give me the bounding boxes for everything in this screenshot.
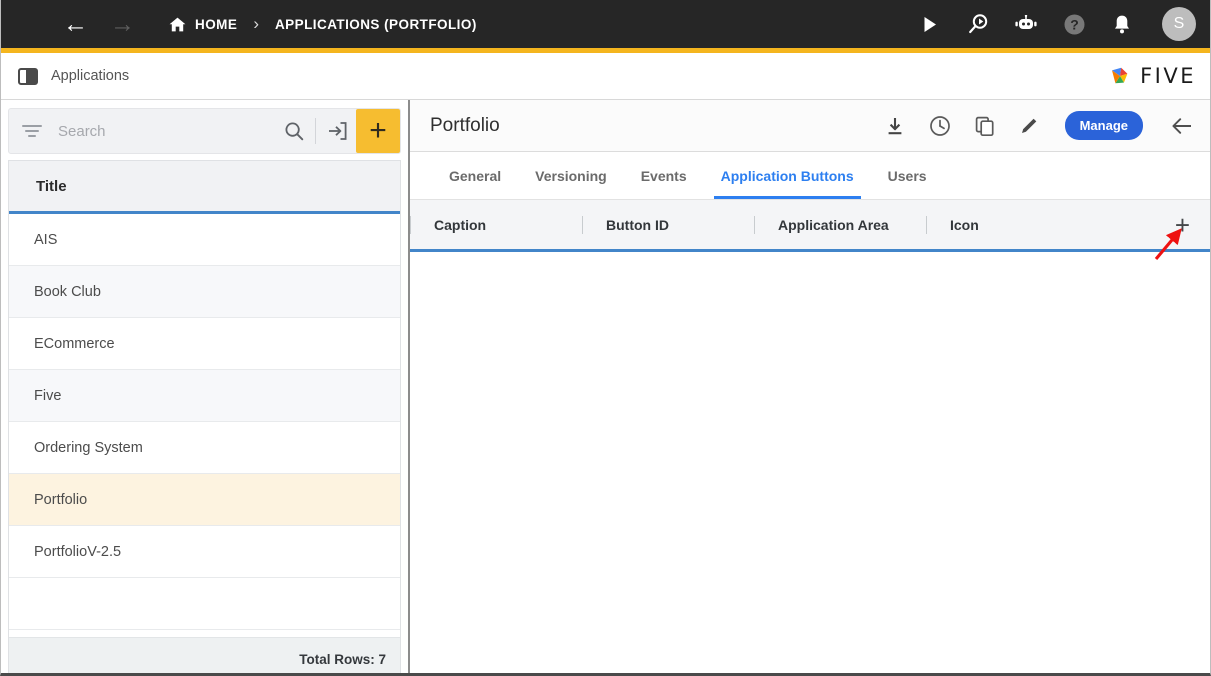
breadcrumb-separator: › (253, 14, 259, 34)
manage-button[interactable]: Manage (1065, 111, 1143, 140)
breadcrumb-item-home[interactable]: HOME (195, 17, 237, 32)
nav-forward-icon[interactable]: → (110, 12, 135, 37)
column-header-label: Button ID (606, 217, 669, 233)
brand-name: FIVE (1140, 64, 1196, 88)
applications-sidebar: Title AISBook ClubECommerceFiveOrdering … (1, 100, 410, 676)
module-bar: Applications FIVE (1, 53, 1210, 100)
application-window: ← → HOME › APPLICATIONS (PORTFOLIO) (0, 0, 1211, 676)
search-icon[interactable] (279, 121, 309, 141)
import-icon[interactable] (322, 121, 352, 141)
column-header-caption[interactable]: Caption (410, 200, 582, 249)
download-icon[interactable] (883, 114, 907, 138)
search-input[interactable] (56, 122, 279, 141)
add-application-button[interactable] (356, 109, 400, 153)
detail-tabs: GeneralVersioningEventsApplication Butto… (410, 152, 1210, 200)
search-bar (8, 108, 401, 154)
filter-icon[interactable] (22, 122, 44, 140)
column-header-icon[interactable]: Icon (926, 200, 1098, 249)
nav-back-icon[interactable]: ← (63, 12, 88, 37)
application-row[interactable]: PortfolioV-2.5 (9, 526, 400, 578)
plus-icon: + (1175, 212, 1190, 238)
application-row[interactable]: Ordering System (9, 422, 400, 474)
tab-users[interactable]: Users (871, 152, 944, 199)
application-row[interactable]: Portfolio (9, 474, 400, 526)
five-pinwheel-icon (1107, 63, 1133, 89)
panel-back-icon[interactable] (1170, 114, 1194, 138)
user-avatar[interactable]: S (1162, 7, 1196, 41)
notifications-bell-icon[interactable] (1110, 12, 1134, 36)
toolbar-divider (315, 118, 316, 144)
application-row[interactable]: ECommerce (9, 318, 400, 370)
breadcrumb-item-applications[interactable]: APPLICATIONS (PORTFOLIO) (275, 17, 477, 32)
chatbot-icon[interactable] (1014, 12, 1038, 36)
application-row[interactable]: AIS (9, 214, 400, 266)
grid-empty-row (9, 578, 400, 630)
column-header-application-area[interactable]: Application Area (754, 200, 926, 249)
brand-logo: FIVE (1107, 63, 1196, 89)
history-clock-icon[interactable] (928, 114, 952, 138)
tab-events[interactable]: Events (624, 152, 704, 199)
application-buttons-table-header: Caption Button ID Application Area Icon + (410, 200, 1210, 252)
module-title: Applications (51, 68, 129, 84)
column-divider (582, 216, 583, 234)
page-body: Title AISBook ClubECommerceFiveOrdering … (1, 100, 1210, 676)
column-divider (754, 216, 755, 234)
grid-footer-total-rows: Total Rows: 7 (9, 637, 400, 676)
tab-general[interactable]: General (432, 152, 518, 199)
edit-pencil-icon[interactable] (1018, 114, 1042, 138)
column-header-label: Caption (434, 217, 486, 233)
help-icon[interactable]: ? (1062, 12, 1086, 36)
column-divider (410, 216, 411, 234)
detail-panel: Portfolio (410, 100, 1210, 676)
detail-panel-actions: Manage (883, 111, 1194, 140)
column-header-label: Icon (950, 217, 979, 233)
detail-panel-header: Portfolio (410, 100, 1210, 152)
breadcrumb: HOME › APPLICATIONS (PORTFOLIO) (169, 14, 477, 34)
search-debug-icon[interactable] (966, 12, 990, 36)
grid-rows: AISBook ClubECommerceFiveOrdering System… (9, 214, 400, 637)
top-bar-actions: ? S (918, 7, 1196, 41)
copy-icon[interactable] (973, 114, 997, 138)
run-icon[interactable] (918, 12, 942, 36)
column-divider (926, 216, 927, 234)
application-buttons-table-body (410, 252, 1210, 676)
tab-versioning[interactable]: Versioning (518, 152, 624, 199)
page-title: Portfolio (430, 115, 500, 137)
add-row-button[interactable]: + (1175, 200, 1210, 249)
application-row[interactable]: Five (9, 370, 400, 422)
application-row[interactable]: Book Club (9, 266, 400, 318)
tab-application-buttons[interactable]: Application Buttons (704, 152, 871, 199)
column-header-label: Application Area (778, 217, 889, 233)
column-header-button-id[interactable]: Button ID (582, 200, 754, 249)
svg-text:?: ? (1070, 16, 1079, 32)
hamburger-menu-icon[interactable] (19, 19, 41, 29)
applications-icon (18, 68, 38, 85)
top-navigation-bar: ← → HOME › APPLICATIONS (PORTFOLIO) (1, 0, 1210, 48)
home-icon[interactable] (169, 17, 186, 32)
grid-column-header-title[interactable]: Title (9, 161, 400, 214)
applications-grid: Title AISBook ClubECommerceFiveOrdering … (8, 160, 401, 676)
